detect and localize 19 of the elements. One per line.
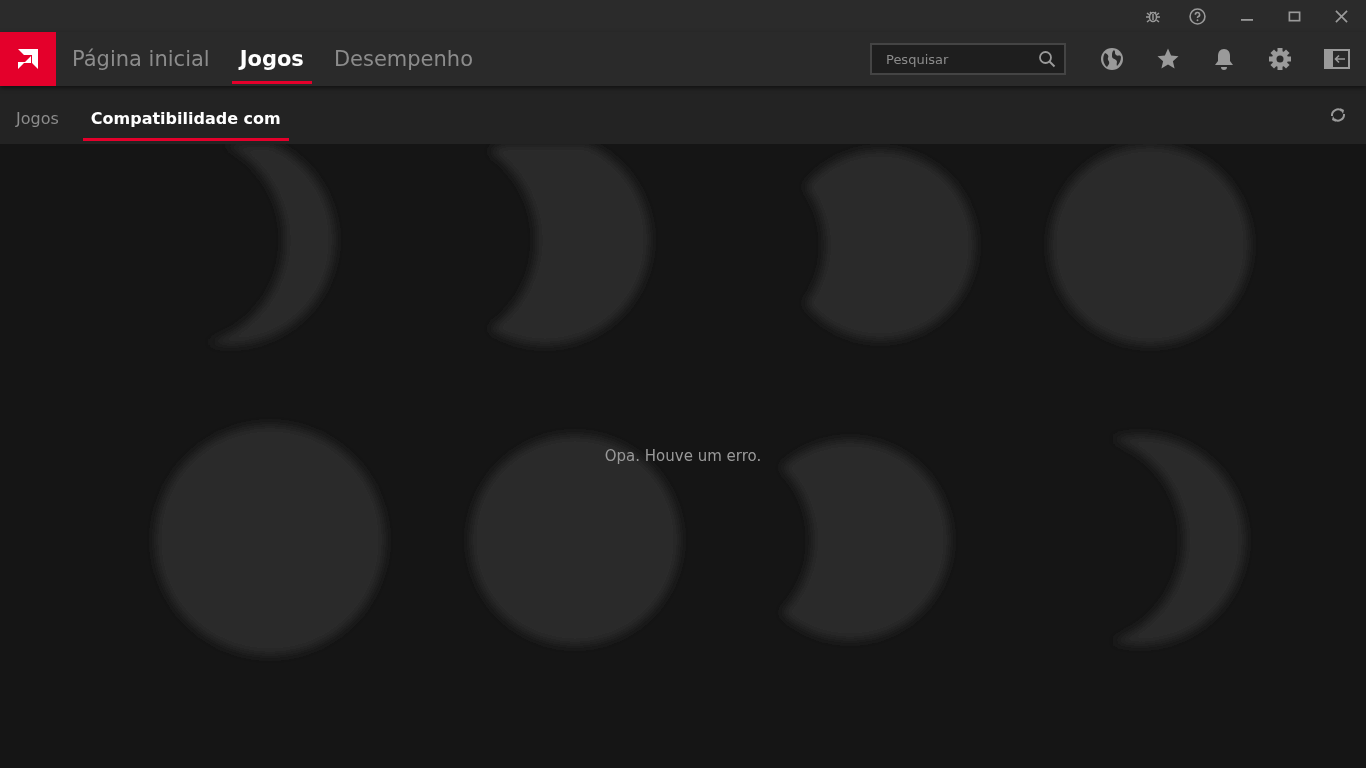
nav-tab[interactable]: Desempenho [325,34,481,84]
sub-tab[interactable]: Jogos [8,95,67,141]
help-icon[interactable] [1189,7,1206,25]
refresh-icon[interactable] [1328,105,1348,125]
sub-tab[interactable]: Compatibilidade com [82,95,289,141]
settings-icon[interactable] [1268,47,1292,71]
bell-icon[interactable] [1212,47,1236,71]
sidebar-toggle-icon[interactable] [1324,49,1350,69]
app-logo[interactable] [0,32,56,86]
bug-icon[interactable] [1145,8,1161,24]
star-icon[interactable] [1156,47,1180,71]
search-icon[interactable] [1038,50,1056,68]
search-field[interactable]: Pesquisar [870,43,1066,75]
maximize-icon[interactable] [1288,9,1301,23]
close-icon[interactable] [1335,9,1348,23]
nav-tab[interactable]: Jogos [231,34,312,84]
globe-icon[interactable] [1100,47,1124,71]
error-message: Opa. Houve um erro. [604,447,762,465]
nav-tab[interactable]: Página inicial [64,34,218,84]
